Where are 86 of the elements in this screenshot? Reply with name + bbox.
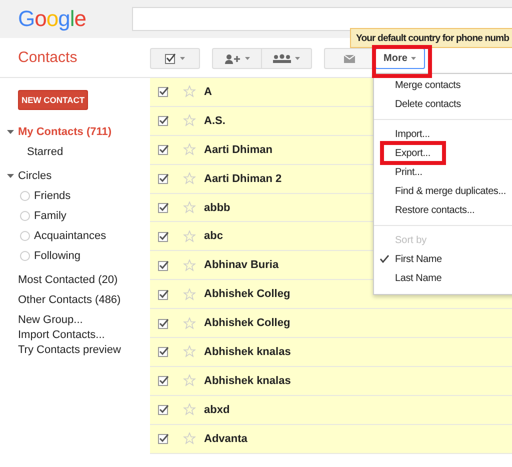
sidebar-group[interactable]: Circles xyxy=(18,170,52,182)
star-icon[interactable] xyxy=(183,114,196,128)
contact-row[interactable]: Abhishek knalas xyxy=(150,338,512,367)
checkbox[interactable] xyxy=(158,404,169,416)
contact-name[interactable]: abc xyxy=(204,230,223,242)
contact-name[interactable]: Abhishek knalas xyxy=(204,374,291,387)
star-icon[interactable] xyxy=(183,432,196,446)
more-button[interactable]: More xyxy=(375,48,425,69)
menu-item[interactable]: Restore contacts... xyxy=(374,201,512,220)
select-button[interactable] xyxy=(150,48,200,69)
checkbox[interactable] xyxy=(158,86,169,98)
new-contact-button[interactable]: NEW CONTACT xyxy=(18,90,88,110)
contact-name[interactable]: Aarti Dhiman 2 xyxy=(204,172,282,185)
menu-item[interactable]: Export... xyxy=(374,144,512,163)
star-icon[interactable] xyxy=(183,403,196,416)
star-icon[interactable] xyxy=(183,201,196,214)
circle-icon xyxy=(20,191,30,201)
expanded-triangle-icon[interactable] xyxy=(7,129,15,135)
circles-button[interactable] xyxy=(262,48,312,69)
sidebar-item[interactable]: Family xyxy=(34,210,66,222)
contact-name[interactable]: abbb xyxy=(204,202,230,214)
checkbox[interactable] xyxy=(158,318,169,329)
caret-icon xyxy=(295,57,300,60)
people-group-icon xyxy=(273,54,291,63)
add-person-button[interactable] xyxy=(212,48,262,69)
checkbox[interactable] xyxy=(158,202,169,213)
sidebar-link[interactable]: Import Contacts... xyxy=(18,328,105,340)
menu-item[interactable]: Print... xyxy=(374,163,512,182)
checkmark-icon xyxy=(380,255,389,263)
star-icon[interactable] xyxy=(183,172,196,186)
app-title: Contacts xyxy=(17,49,78,66)
contact-name[interactable]: Abhishek Colleg xyxy=(204,288,290,300)
menu-heading: Sort by xyxy=(394,234,428,248)
checkbox[interactable] xyxy=(158,346,169,358)
contact-name[interactable]: Advanta xyxy=(204,432,248,445)
sidebar-link[interactable]: Try Contacts preview xyxy=(18,344,121,356)
star-icon[interactable] xyxy=(183,288,196,301)
menu-item[interactable]: Merge contacts xyxy=(374,76,512,95)
checkbox-icon xyxy=(165,53,176,64)
expanded-triangle-icon[interactable] xyxy=(7,173,15,179)
circle-icon xyxy=(20,211,30,221)
envelope-icon xyxy=(344,54,354,62)
caret-icon xyxy=(180,57,185,60)
sidebar-group[interactable]: My Contacts (711) xyxy=(18,126,112,138)
star-icon[interactable] xyxy=(183,85,196,98)
sidebar-item[interactable]: Acquaintances xyxy=(34,230,106,242)
contact-row[interactable]: Abhishek knalas xyxy=(150,366,512,396)
circle-icon xyxy=(20,231,30,241)
contact-row[interactable]: abxd xyxy=(150,396,512,425)
star-icon[interactable] xyxy=(183,316,196,330)
star-icon[interactable] xyxy=(183,345,196,358)
circle-icon xyxy=(20,251,30,261)
sidebar-item[interactable]: Following xyxy=(34,250,80,262)
tooltip: Your default country for phone numb xyxy=(350,28,512,48)
contact-name[interactable]: Abhinav Buria xyxy=(204,259,279,272)
star-icon[interactable] xyxy=(183,258,196,272)
add-person-icon xyxy=(224,54,240,64)
checkbox[interactable] xyxy=(158,144,169,156)
contact-name[interactable]: Abhishek Colleg xyxy=(204,317,290,330)
contact-name[interactable]: A xyxy=(204,86,212,98)
menu-item[interactable]: First Name xyxy=(374,250,512,269)
sidebar-link[interactable]: New Group... xyxy=(18,314,83,326)
checkbox[interactable] xyxy=(158,173,169,184)
contact-name[interactable]: Aarti Dhiman xyxy=(204,144,272,156)
checkbox[interactable] xyxy=(158,288,169,300)
star-icon[interactable] xyxy=(183,143,196,156)
caret-icon xyxy=(244,57,250,60)
sidebar-item[interactable]: Other Contacts (486) xyxy=(18,294,121,306)
checkbox[interactable] xyxy=(158,260,169,271)
contact-name[interactable]: Abhishek knalas xyxy=(204,346,291,358)
contact-name[interactable]: A.S. xyxy=(204,114,226,127)
sidebar-item[interactable]: Friends xyxy=(34,190,71,202)
checkbox[interactable] xyxy=(158,433,169,444)
sidebar-item[interactable]: Starred xyxy=(20,146,64,158)
caret-icon xyxy=(411,57,416,60)
contact-row[interactable]: Abhishek Colleg xyxy=(150,309,512,338)
checkbox[interactable] xyxy=(158,115,169,126)
checkbox[interactable] xyxy=(158,375,169,386)
star-icon[interactable] xyxy=(183,374,196,388)
email-button[interactable] xyxy=(324,48,374,69)
checkbox[interactable] xyxy=(158,230,169,242)
star-icon[interactable] xyxy=(183,230,196,243)
contact-row[interactable]: Advanta xyxy=(150,424,512,454)
sidebar-item[interactable]: Most Contacted (20) xyxy=(18,274,118,286)
search-field[interactable] xyxy=(132,6,512,30)
contact-name[interactable]: abxd xyxy=(204,404,230,416)
